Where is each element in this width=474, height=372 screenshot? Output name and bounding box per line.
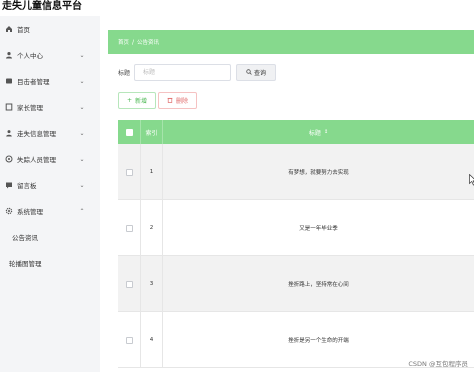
column-header-title[interactable]: 标题 ↕: [163, 120, 474, 144]
row-index: 4: [140, 312, 163, 368]
delete-button[interactable]: 删除: [158, 92, 197, 109]
mouse-cursor-icon: [469, 174, 474, 186]
sidebar-item-home[interactable]: 首页: [0, 16, 100, 42]
row-title: 有梦想，就要努力去实现: [288, 170, 349, 176]
search-input[interactable]: [134, 64, 231, 81]
select-all-checkbox[interactable]: [125, 128, 133, 136]
missing-person-icon: [5, 155, 13, 163]
delete-button-label: 删除: [175, 98, 188, 105]
watermark: CSDN @互包程序员: [408, 360, 468, 368]
row-title: 又是一年毕业季: [299, 226, 338, 232]
search-button-label: 查询: [253, 70, 266, 77]
row-checkbox-cell: [118, 144, 140, 200]
sidebar-item-label: 走失信息管理: [17, 130, 56, 138]
chevron-down-icon: ⌄: [79, 129, 85, 137]
chevron-down-icon: ⌄: [79, 181, 85, 189]
sidebar-item-label: 系统管理: [17, 208, 43, 216]
home-icon: [5, 25, 13, 33]
row-checkbox-cell: [118, 200, 140, 256]
column-title-label: 标题: [308, 129, 321, 137]
search-button[interactable]: 查询: [236, 64, 276, 81]
sidebar-subitem-announcements[interactable]: 公告资讯: [0, 224, 100, 250]
header-checkbox-cell: [118, 120, 140, 144]
chevron-down-icon: ⌄: [79, 103, 85, 111]
row-title: 挫折路上，坚持常在心间: [288, 282, 349, 288]
app-title: 走失儿童信息平台: [2, 1, 82, 12]
sidebar-item-label: 失踪人员管理: [17, 156, 56, 164]
breadcrumb-separator: /: [132, 38, 135, 46]
sidebar-item-lost-info[interactable]: 走失信息管理 ⌄: [0, 120, 100, 146]
add-button-label: 新增: [135, 98, 148, 105]
sidebar-item-label: 家长管理: [17, 104, 43, 112]
row-checkbox[interactable]: [125, 168, 133, 176]
sort-icon: ↕: [323, 129, 329, 135]
user-icon: [5, 51, 13, 59]
row-index: 1: [140, 144, 163, 200]
sidebar-subitem-carousel[interactable]: 轮播图管理: [0, 250, 100, 276]
breadcrumb-current: 公告资讯: [137, 40, 160, 46]
chevron-up-icon: ⌃: [79, 207, 85, 215]
sidebar-item-system[interactable]: 系统管理 ⌃: [0, 198, 100, 224]
sidebar-item-missing-person[interactable]: 失踪人员管理 ⌄: [0, 146, 100, 172]
trash-icon: [167, 97, 173, 105]
chevron-down-icon: ⌄: [79, 155, 85, 163]
sidebar-item-profile[interactable]: 个人中心 ⌄: [0, 42, 100, 68]
chevron-down-icon: ⌄: [79, 51, 85, 59]
message-board-icon: [5, 181, 13, 189]
witness-icon: [5, 77, 13, 85]
main-content: 首页 / 公告资讯 标题 查询 + 新增 删除 索引 标题 ↕: [100, 16, 474, 372]
table-header: 索引 标题 ↕: [118, 120, 474, 144]
row-index: 3: [140, 256, 163, 312]
search-label: 标题: [118, 70, 131, 77]
plus-icon: +: [126, 97, 132, 104]
row-checkbox[interactable]: [125, 280, 133, 288]
system-gear-icon: [5, 207, 13, 215]
parent-icon: [5, 103, 13, 111]
row-checkbox[interactable]: [125, 224, 133, 232]
chevron-down-icon: ⌄: [79, 77, 85, 85]
sidebar-item-parent[interactable]: 家长管理 ⌄: [0, 94, 100, 120]
row-checkbox[interactable]: [125, 336, 133, 344]
sidebar-item-label: 首页: [17, 26, 30, 34]
table-row[interactable]: 3 挫折路上，坚持常在心间: [118, 256, 474, 312]
row-index: 2: [140, 200, 163, 256]
lost-info-icon: [5, 129, 13, 137]
table-row[interactable]: 1 有梦想，就要努力去实现: [118, 144, 474, 200]
row-checkbox-cell: [118, 256, 140, 312]
data-table: 索引 标题 ↕ 1 有梦想，就要努力去实现 2 又是一年毕业季 3 挫折路上，坚…: [118, 120, 474, 372]
breadcrumb: 首页 / 公告资讯: [108, 30, 474, 54]
row-checkbox-cell: [118, 312, 140, 368]
sidebar-item-witness[interactable]: 目击者管理 ⌄: [0, 68, 100, 94]
table-row[interactable]: 2 又是一年毕业季: [118, 200, 474, 256]
column-header-index[interactable]: 索引: [140, 120, 163, 144]
sidebar-item-label: 留言板: [17, 182, 37, 190]
sidebar-item-label: 目击者管理: [17, 78, 50, 86]
add-button[interactable]: + 新增: [118, 92, 156, 109]
search-icon: [246, 68, 252, 77]
sidebar-item-message-board[interactable]: 留言板 ⌄: [0, 172, 100, 198]
sidebar-item-label: 个人中心: [17, 52, 43, 60]
sidebar: 首页 个人中心 ⌄ 目击者管理 ⌄ 家长管理 ⌄ 走失信息管理 ⌄ 失踪人员管理…: [0, 16, 100, 372]
breadcrumb-home[interactable]: 首页: [118, 38, 129, 46]
